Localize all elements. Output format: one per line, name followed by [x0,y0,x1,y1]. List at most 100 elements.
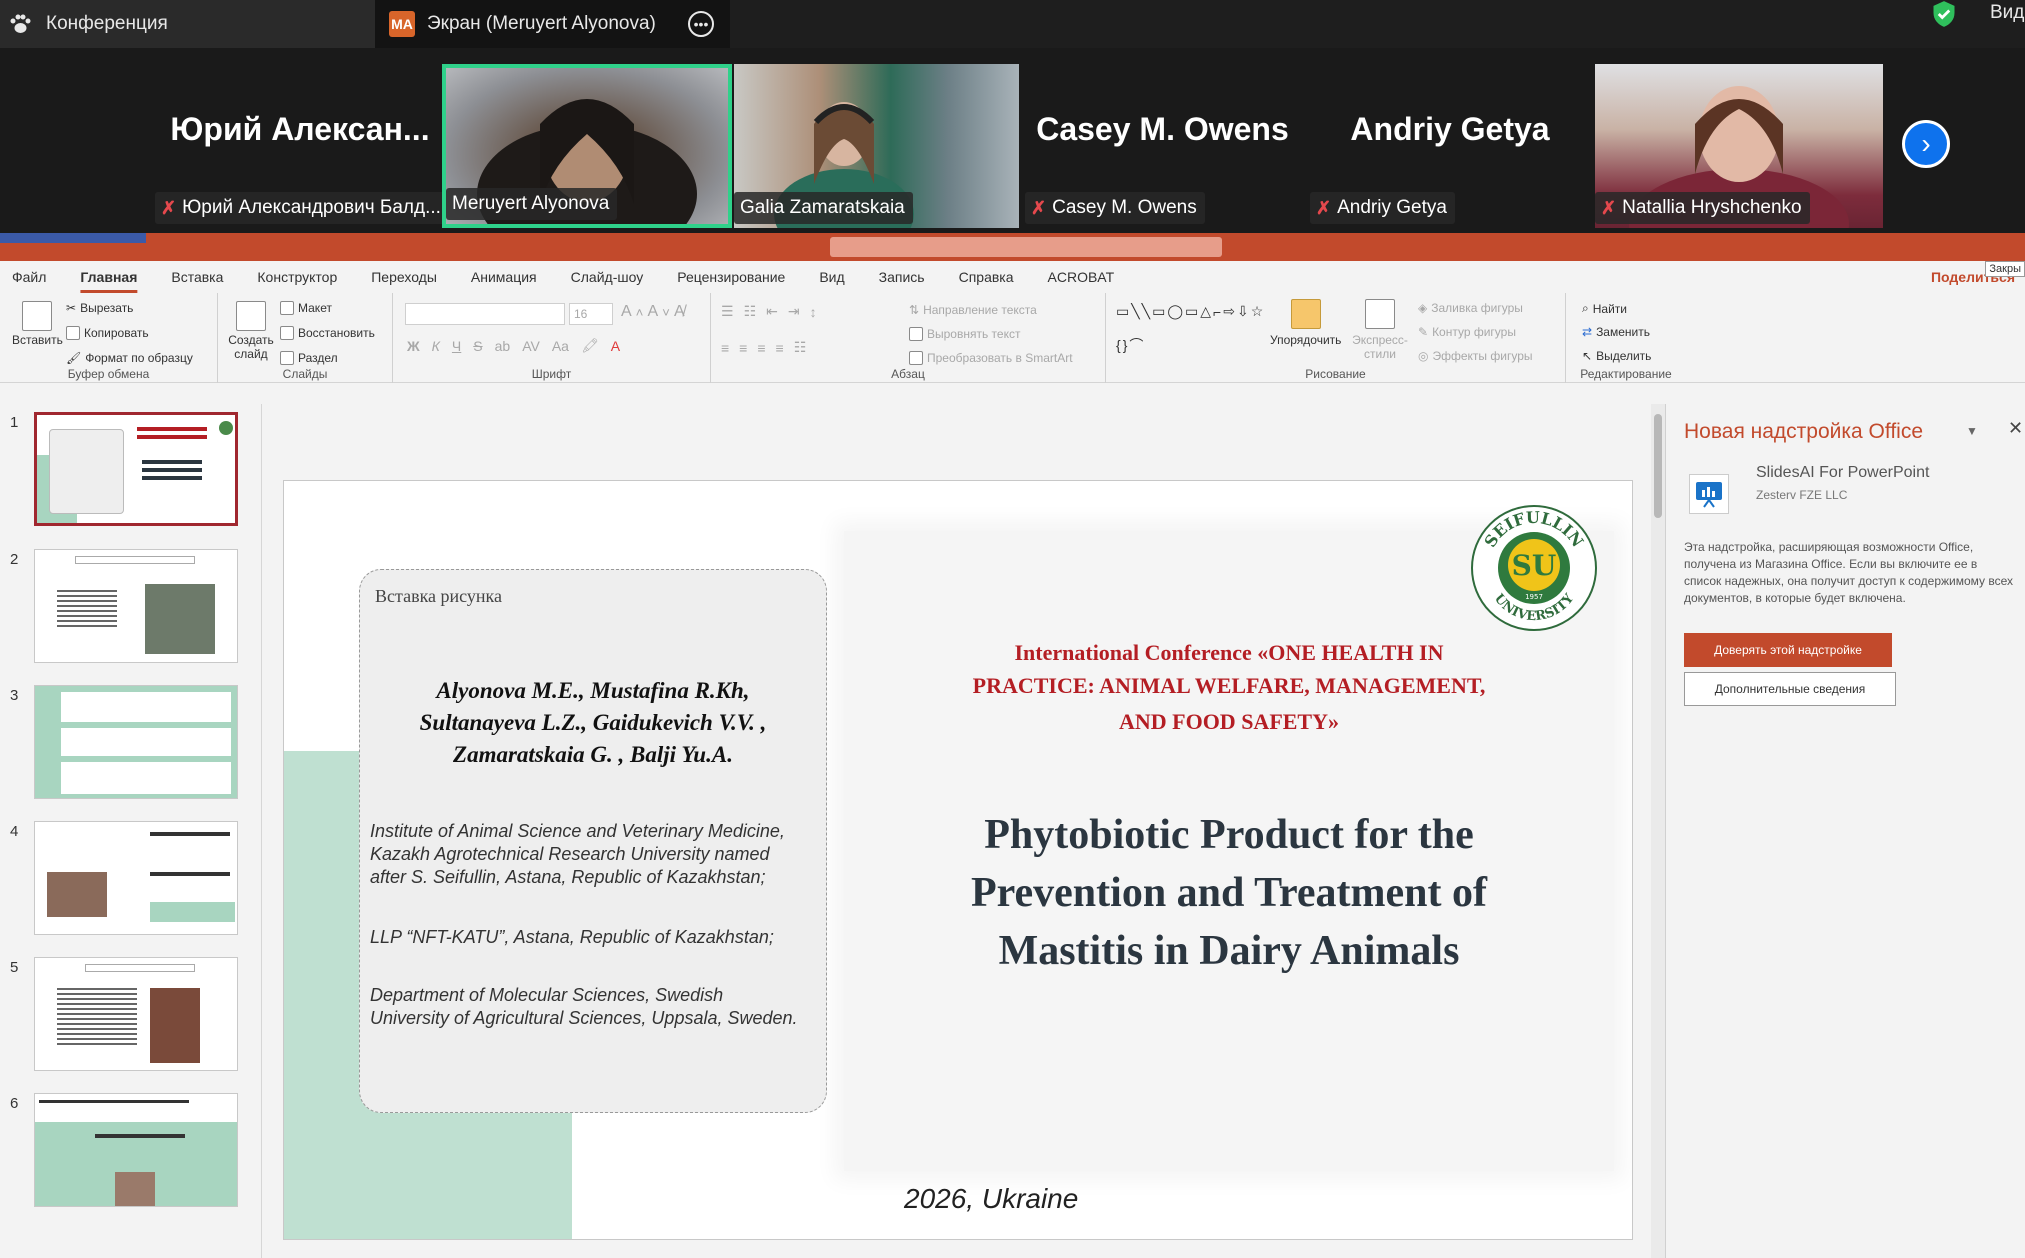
editing-group: ⌕ Найти ⇄ Заменить ↖ Выделить Редактировани… [1566,293,1686,383]
more-info-button[interactable]: Дополнительные сведения [1684,672,1896,706]
slide-thumbnail[interactable]: 2 [0,549,262,669]
meeting-tab[interactable]: Конференция [0,0,375,48]
thumbnail-preview [34,1093,238,1207]
screen: Конференция MA Экран (Meruyert Alyonova)… [0,0,2025,1258]
slide-footer: 2026, Ukraine [904,1183,1079,1214]
participant-name: Galia Zamaratskaia [740,197,905,218]
picture-placeholder[interactable]: Вставка рисунка Alyonova M.E., Mustafina… [359,569,827,1113]
tab-transitions[interactable]: Переходы [354,269,454,285]
shape-outline-button[interactable]: ✎ Контур фигуры [1418,325,1516,339]
participant-tile[interactable]: Casey M. Owens ✗ Casey M. Owens [1025,64,1300,228]
cursor-icon: ↖ [1582,349,1593,363]
participant-tile[interactable]: Andriy Getya ✗ Andriy Getya [1310,64,1590,228]
participant-name-label: ✗ Natallia Hryshchenko [1595,192,1810,224]
more-options-icon[interactable]: ••• [688,11,714,37]
replace-icon: ⇄ [1582,325,1593,339]
slide-thumbnail[interactable]: 4 [0,821,262,941]
affiliation: Department of Molecular Sciences, Swedis… [370,985,798,1028]
screen-share-tab[interactable]: MA Экран (Meruyert Alyonova) ••• [375,0,730,48]
slide-thumbnail[interactable]: 6 [0,1093,262,1213]
font-size-dropdown[interactable]: 16 [569,303,613,325]
participant-name: Casey M. Owens [1052,197,1197,218]
find-button[interactable]: ⌕ Найти [1582,301,1627,316]
arrange-label: Упорядочить [1270,333,1342,347]
authors: Alyonova M.E., Mustafina R.Kh, Sultanaye… [360,675,826,771]
align-text-button[interactable]: Выровнять текст [909,327,1020,341]
title-bar-accent [0,233,146,243]
search-box[interactable] [830,237,1222,257]
text-direction-button[interactable]: ⇅ Направление текста [909,303,1037,317]
next-page-button[interactable]: › [1902,120,1950,168]
tab-record[interactable]: Запись [862,269,942,285]
shape-fill-button[interactable]: ◈ Заливка фигуры [1418,301,1523,315]
presentation-title: Phytobiotic Product for the Prevention a… [844,806,1614,980]
current-slide[interactable]: International Conference «ONE HEALTH IN … [283,480,1633,1240]
scrollbar-thumb[interactable] [1654,414,1662,518]
layout-button[interactable]: Макет [280,301,332,315]
font-group-label: Шрифт [531,367,572,381]
shape-effects-button[interactable]: ◎ Эффекты фигуры [1418,349,1533,363]
participant-name: Юрий Александрович Балд... [182,197,441,218]
reset-button[interactable]: Восстановить [280,326,375,340]
meeting-tab-label: Конференция [46,13,168,34]
tab-review[interactable]: Рецензирование [660,269,802,285]
tab-file[interactable]: Файл [0,269,63,285]
replace-button[interactable]: ⇄ Заменить [1582,325,1650,339]
close-icon[interactable]: ✕ [2008,418,2023,439]
font-group: 16 A ˄ A ˅ A̸ Ж К Ч Sab AV Aa 🖍 A Шрифт [393,293,711,383]
shapes-gallery[interactable]: ▭ ╲ ╲ ▭ ◯ ▭ △ ⌐ ⇨ ⇩ ☆{} ⌒ [1116,297,1266,361]
select-button[interactable]: ↖ Выделить [1582,349,1651,363]
slide-thumbnail[interactable]: 3 [0,685,262,805]
arrange-button[interactable]: Упорядочить [1270,299,1341,347]
replace-label: Заменить [1596,325,1650,339]
font-name-dropdown[interactable] [405,303,565,325]
tab-insert[interactable]: Вставка [154,269,240,285]
slide-thumbnail[interactable]: 1 [0,412,262,532]
paste-button[interactable]: Вставить [12,301,63,347]
slide-number: 4 [10,823,19,840]
slide-scrollbar[interactable] [1651,404,1665,1258]
tab-design[interactable]: Конструктор [240,269,354,285]
new-slide-button[interactable]: Создать слайд [226,301,276,361]
addin-vendor: Zesterv FZE LLC [1756,488,1848,502]
thumbnail-preview [34,957,238,1071]
section-button[interactable]: Раздел [280,351,338,365]
smartart-button[interactable]: Преобразовать в SmartArt [909,351,1073,365]
slide-thumbnail[interactable]: 5 [0,957,262,1077]
paste-icon [22,301,53,331]
chevron-down-icon[interactable]: ▼ [1966,424,1978,438]
participant-video-active-speaker[interactable]: Meruyert Alyonova [442,64,732,228]
participant-video[interactable]: ✗ Natallia Hryshchenko [1595,64,1883,228]
copy-button[interactable]: Копировать [66,326,149,340]
participant-tile[interactable]: Юрий Алексан... ✗ Юрий Александрович Балд… [155,64,445,228]
align-buttons[interactable]: ≡ ≡ ≡ ≡ ☷ [721,339,806,356]
tab-home[interactable]: Главная [63,269,154,285]
arrange-icon [1290,299,1321,329]
editing-group-label: Редактирование [1580,367,1672,381]
participant-video[interactable]: Galia Zamaratskaia [734,64,1019,228]
drawing-group: ▭ ╲ ╲ ▭ ◯ ▭ △ ⌐ ⇨ ⇩ ☆{} ⌒ Упорядочить Экспресс-стил… [1106,293,1566,383]
author-line: Alyonova M.E., Mustafina R.Kh, [436,678,750,703]
grow-font-button[interactable]: A ˄ A ˅ A̸ [621,303,685,321]
trust-addin-button[interactable]: Доверять этой надстройке [1684,633,1892,667]
tab-slideshow[interactable]: Слайд-шоу [554,269,661,285]
font-format-buttons[interactable]: Ж К Ч Sab AV Aa 🖍 A [407,337,620,354]
tab-animations[interactable]: Анимация [454,269,554,285]
participant-display-name: Andriy Getya [1350,110,1550,147]
layout-icon [280,301,294,315]
view-button[interactable]: Вид [1990,2,2024,24]
cut-button[interactable]: ✂ Вырезать [66,301,133,315]
slide-number: 6 [10,1095,19,1112]
tab-acrobat[interactable]: ACROBAT [1031,269,1132,285]
cut-label: Вырезать [80,301,134,315]
tab-view[interactable]: Вид [802,269,861,285]
find-label: Найти [1592,301,1627,316]
paste-label: Вставить [12,333,63,347]
title-line: Prevention and Treatment of [970,870,1488,916]
format-painter-button[interactable]: 🖌 Формат по образцу [66,351,193,365]
participant-gallery: Юрий Алексан... ✗ Юрий Александрович Балд… [0,48,2025,233]
quick-styles-button[interactable]: Экспресс-стили [1350,299,1410,361]
tab-help[interactable]: Справка [942,269,1031,285]
addin-description: Эта надстройка, расширяющая возможности … [1684,540,2014,605]
list-buttons[interactable]: ☰ ☷ ⇤ ⇥ ↕ [721,303,817,320]
